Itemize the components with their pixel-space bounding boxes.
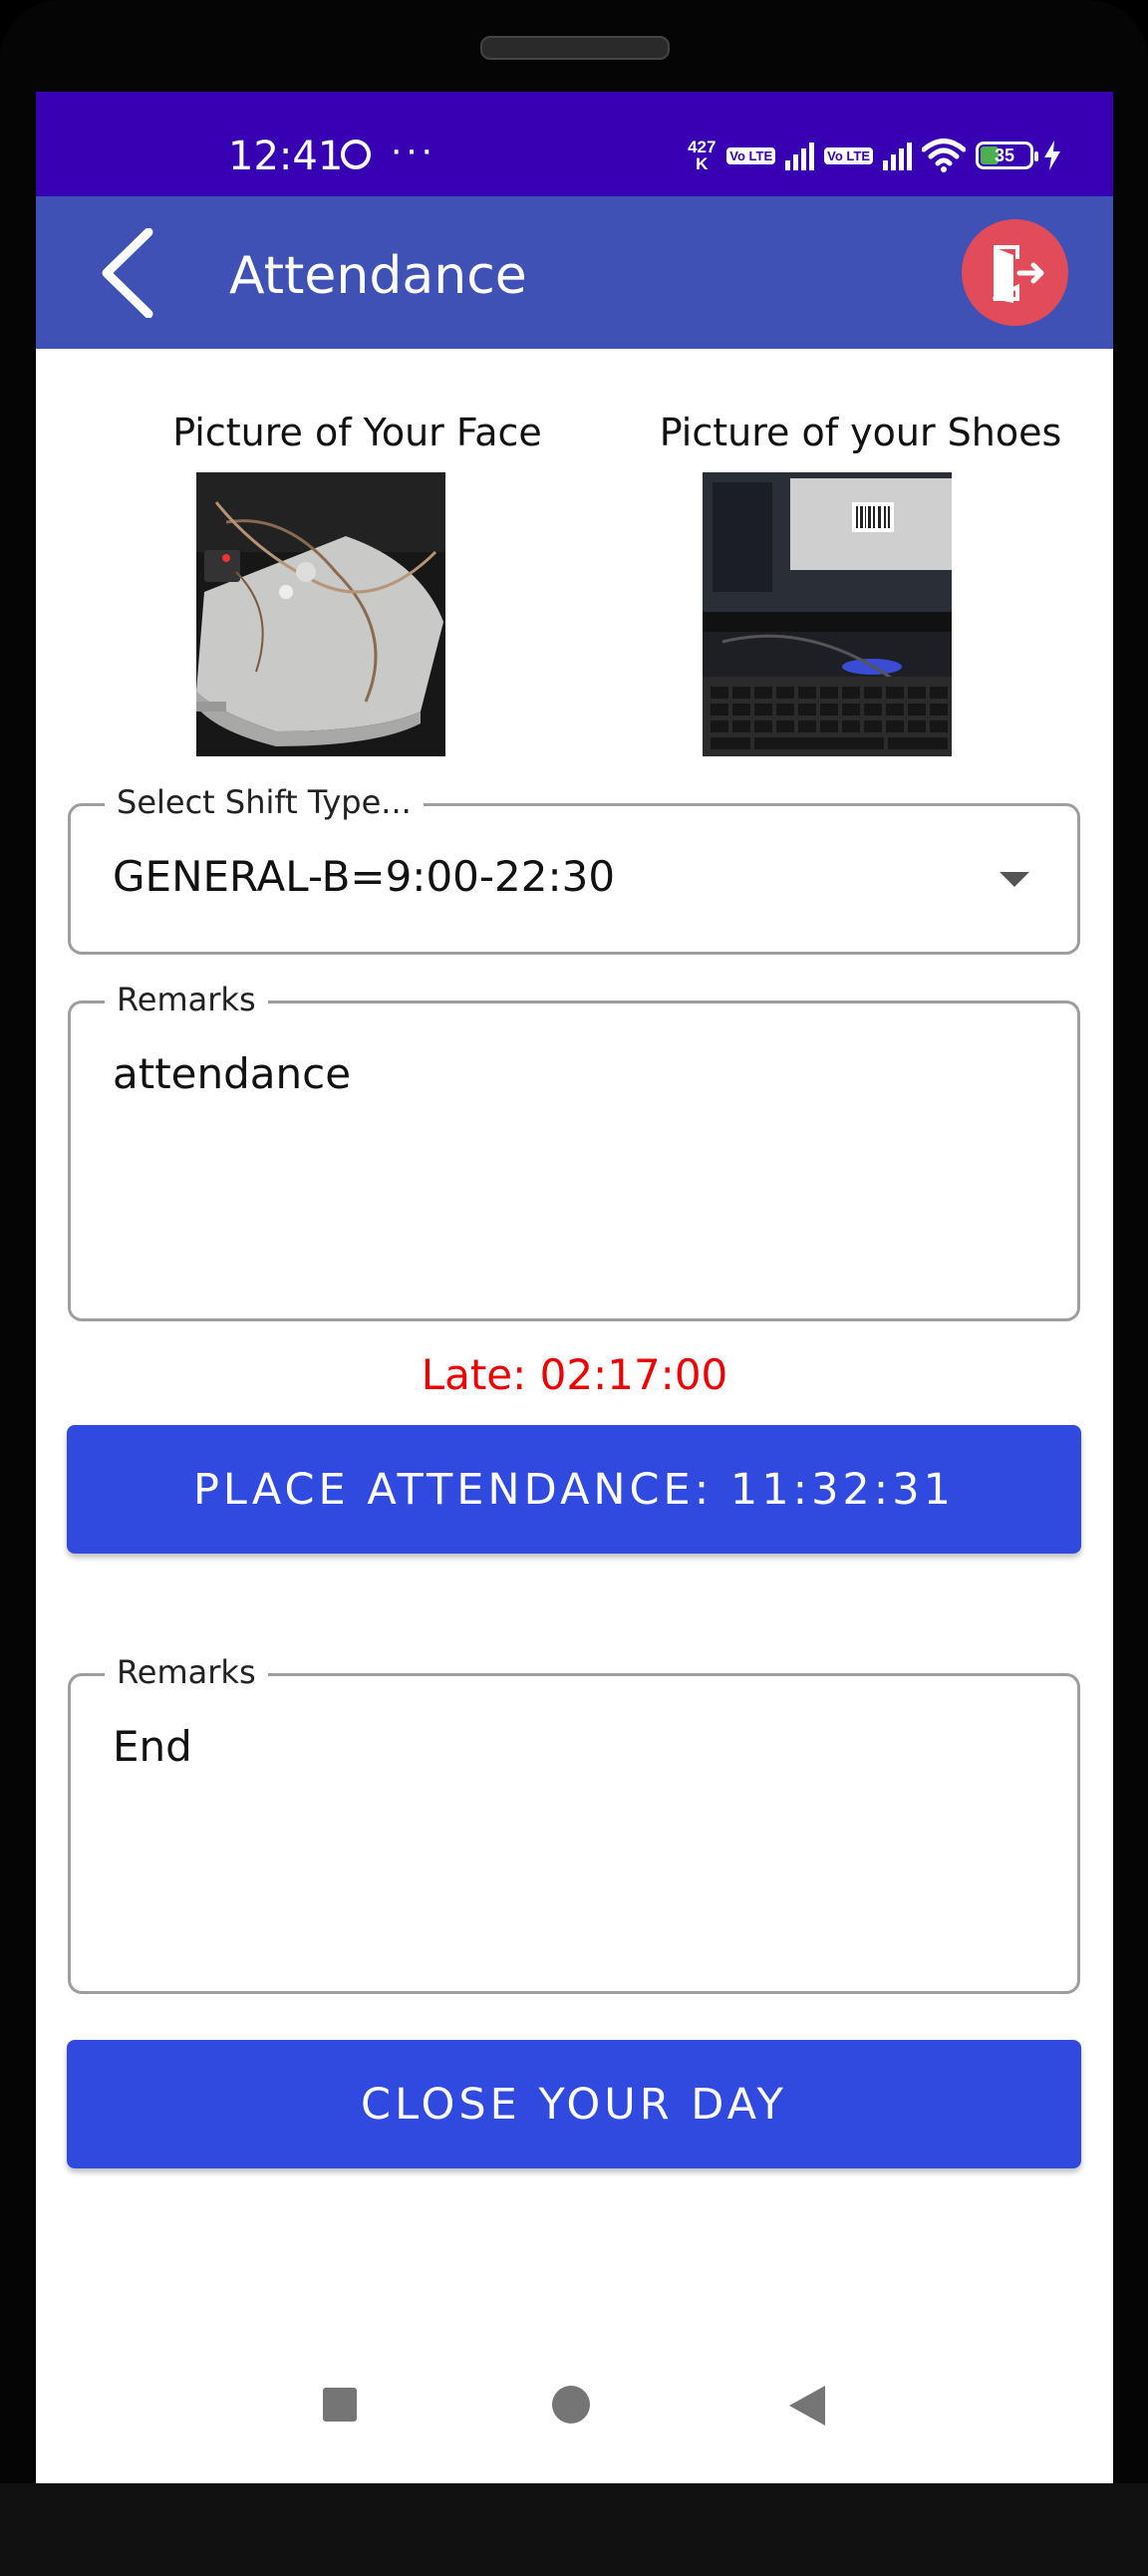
exit-icon <box>992 244 1043 303</box>
close-remarks-value: End <box>113 1722 192 1771</box>
volte-icon-2: Vo LTE <box>824 146 873 164</box>
remarks-value: attendance <box>113 1049 352 1098</box>
dropdown-arrow-icon <box>1000 872 1029 887</box>
home-icon[interactable] <box>552 2386 590 2424</box>
shift-type-label: Select Shift Type... <box>105 782 424 822</box>
shift-type-value: GENERAL-B=9:00-22:30 <box>113 852 616 901</box>
face-photo[interactable] <box>196 472 445 756</box>
earpiece-speaker <box>480 36 670 60</box>
signal-icon <box>785 141 815 170</box>
close-remarks-field[interactable]: Remarks End <box>68 1652 1080 1994</box>
recent-apps-icon[interactable] <box>323 2388 357 2422</box>
late-indicator: Late: 02:17:00 <box>421 1350 728 1399</box>
close-remarks-label: Remarks <box>105 1652 268 1692</box>
app-bar: Attendance <box>36 196 1113 349</box>
wifi-icon <box>922 139 966 172</box>
network-speed: 427 K <box>688 138 717 173</box>
screen: 12:41 ··· 427 K Vo LTE Vo LTE 35 Attenda… <box>36 92 1113 2483</box>
place-attendance-button[interactable]: PLACE ATTENDANCE: 11:32:31 <box>67 1425 1081 1554</box>
charging-icon <box>1044 141 1060 170</box>
system-back-icon[interactable] <box>789 2386 825 2426</box>
status-icons: 427 K Vo LTE Vo LTE 35 <box>687 136 1061 175</box>
signal-icon-2 <box>883 141 912 170</box>
back-button[interactable] <box>91 227 170 319</box>
logout-button[interactable] <box>962 219 1068 326</box>
status-time: 12:41 <box>228 134 344 179</box>
shoes-photo[interactable] <box>703 472 952 756</box>
system-nav-bar <box>36 2344 1113 2483</box>
remarks-label: Remarks <box>105 980 268 1019</box>
chevron-left-icon <box>102 227 153 319</box>
remarks-field[interactable]: Remarks attendance <box>68 980 1080 1321</box>
face-photo-label: Picture of Your Face <box>172 411 542 454</box>
phone-chin <box>0 2483 1148 2576</box>
more-notifications-icon: ··· <box>390 128 435 171</box>
notification-face-icon <box>341 140 371 169</box>
status-bar: 12:41 ··· 427 K Vo LTE Vo LTE 35 <box>36 92 1113 196</box>
close-day-button[interactable]: CLOSE YOUR DAY <box>67 2040 1081 2168</box>
shoes-photo-label: Picture of your Shoes <box>659 411 1062 454</box>
page-title: Attendance <box>229 246 527 306</box>
shift-type-select[interactable]: Select Shift Type... GENERAL-B=9:00-22:3… <box>68 782 1080 955</box>
battery-icon: 35 <box>976 142 1038 169</box>
volte-icon: Vo LTE <box>726 146 776 164</box>
phone-frame: 12:41 ··· 427 K Vo LTE Vo LTE 35 Attenda… <box>0 0 1148 2576</box>
